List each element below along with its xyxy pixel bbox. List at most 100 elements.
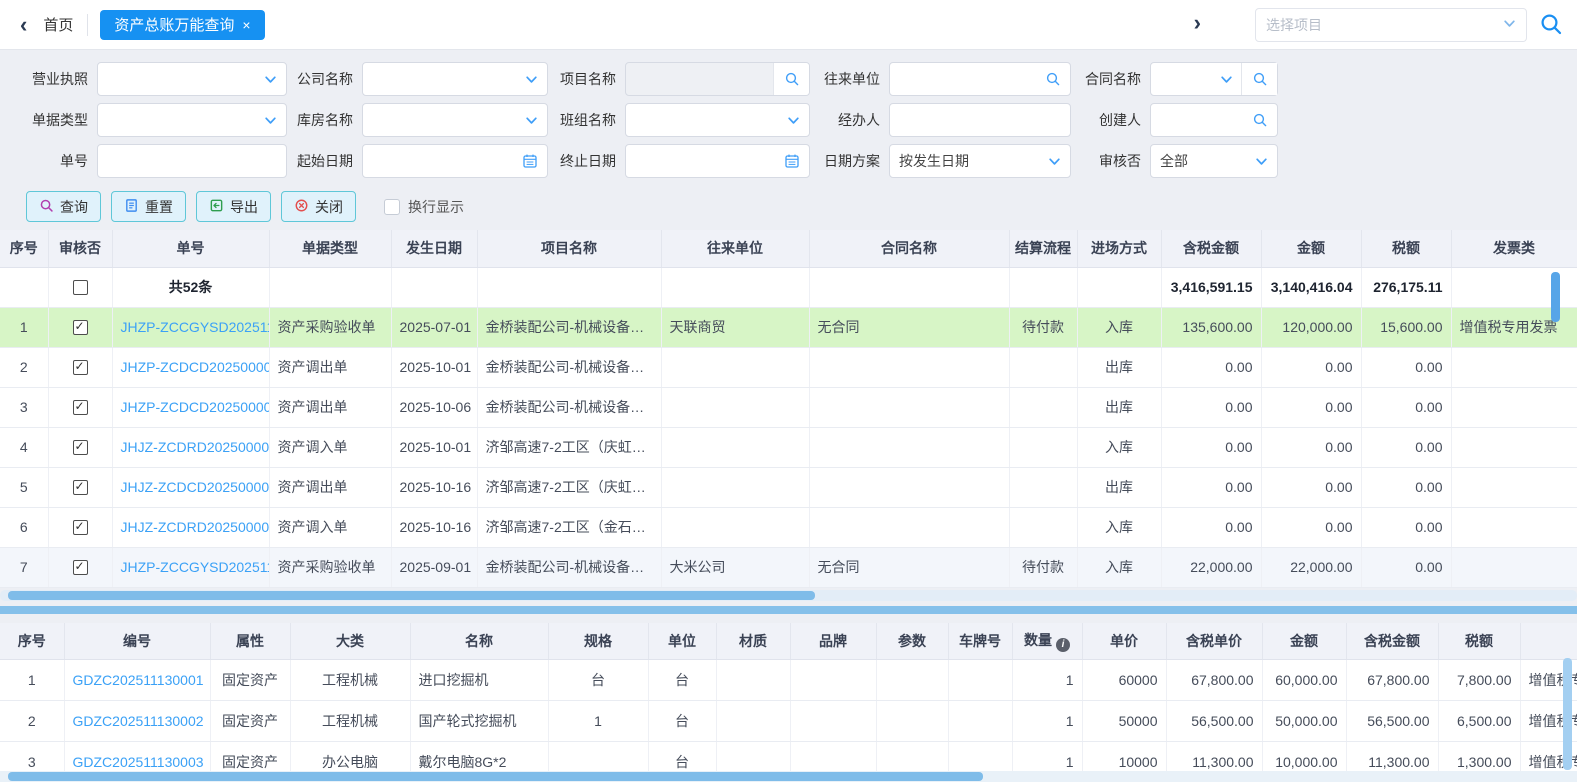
project-select[interactable]: 选择项目: [1255, 8, 1527, 42]
date-scheme-select[interactable]: 按发生日期: [889, 144, 1071, 178]
table-row[interactable]: 2GDZC202511130002固定资产工程机械国产轮式挖掘机1台150000…: [0, 701, 1577, 742]
table-row[interactable]: 3JHZP-ZCDCD202500000资产调出单2025-10-06金桥装配公…: [0, 387, 1577, 427]
search-icon[interactable]: [1539, 12, 1563, 39]
back-chevron-icon[interactable]: ‹: [14, 14, 33, 36]
doc-link[interactable]: GDZC202511130001: [73, 672, 204, 688]
doc-link[interactable]: GDZC202511130003: [73, 754, 204, 770]
col-header[interactable]: 单价: [1082, 623, 1166, 660]
doc-link[interactable]: JHJZ-ZCDCD202500000: [121, 479, 270, 495]
col-header[interactable]: 结算流程: [1009, 230, 1077, 267]
col-header[interactable]: 单据类型: [269, 230, 391, 267]
close-button[interactable]: 关闭: [281, 191, 356, 222]
col-header[interactable]: 合同名称: [809, 230, 1009, 267]
calendar-icon[interactable]: [522, 153, 538, 169]
table-row[interactable]: 7JHZP-ZCCGYSD2025111资产采购验收单2025-09-01金桥装…: [0, 547, 1577, 587]
row-checkbox[interactable]: [73, 440, 88, 455]
col-header[interactable]: 编号: [64, 623, 210, 660]
row-checkbox[interactable]: [73, 320, 88, 335]
doc-link[interactable]: JHZP-ZCDCD202500000: [121, 359, 270, 375]
counterpart-input[interactable]: [889, 62, 1071, 96]
project-name-input[interactable]: [625, 62, 810, 96]
wrap-display-checkbox[interactable]: [384, 199, 400, 215]
row-checkbox[interactable]: [73, 480, 88, 495]
col-header[interactable]: 含税单价: [1166, 623, 1262, 660]
detail-hscrollbar[interactable]: [0, 771, 1577, 782]
tab-home[interactable]: 首页: [43, 14, 73, 35]
tab-asset-ledger-query[interactable]: 资产总账万能查询 ×: [100, 10, 264, 40]
handler-input[interactable]: [889, 103, 1071, 137]
col-header[interactable]: 金额: [1261, 230, 1361, 267]
company-name-select[interactable]: [362, 62, 548, 96]
col-header[interactable]: 单位: [648, 623, 716, 660]
col-header[interactable]: 含税金额: [1346, 623, 1438, 660]
col-header[interactable]: 材质: [716, 623, 790, 660]
col-header[interactable]: 属性: [210, 623, 290, 660]
col-header[interactable]: 名称: [410, 623, 548, 660]
doc-link[interactable]: JHJZ-ZCDRD202500000: [121, 519, 270, 535]
doc-link[interactable]: JHZP-ZCCGYSD2025111: [121, 559, 270, 575]
col-header[interactable]: 金额: [1262, 623, 1346, 660]
row-checkbox[interactable]: [73, 520, 88, 535]
table-row[interactable]: 2JHZP-ZCDCD202500000资产调出单2025-10-01金桥装配公…: [0, 347, 1577, 387]
row-checkbox[interactable]: [73, 280, 88, 295]
col-header[interactable]: 税额: [1438, 623, 1520, 660]
detail-vscroll-thumb[interactable]: [1563, 658, 1572, 770]
col-header[interactable]: 数量i: [1012, 623, 1082, 660]
col-header[interactable]: 含税金额: [1161, 230, 1261, 267]
bill-type-select[interactable]: [97, 103, 287, 137]
bill-no-input[interactable]: [97, 144, 287, 178]
table-row[interactable]: 5JHJZ-ZCDCD202500000资产调出单2025-10-16济邹高速7…: [0, 467, 1577, 507]
info-icon[interactable]: i: [1056, 638, 1070, 652]
col-header[interactable]: 规格: [548, 623, 648, 660]
col-header[interactable]: 单号: [112, 230, 269, 267]
end-date-input[interactable]: [625, 144, 810, 178]
team-name-select[interactable]: [625, 103, 810, 137]
doc-link[interactable]: JHZP-ZCDCD202500000: [121, 399, 270, 415]
col-header[interactable]: 车牌号: [948, 623, 1012, 660]
table-row[interactable]: 1GDZC202511130001固定资产工程机械进口挖掘机台台16000067…: [0, 660, 1577, 701]
col-header[interactable]: 往来单位: [661, 230, 809, 267]
hscroll-thumb[interactable]: [8, 591, 815, 600]
warehouse-select[interactable]: [362, 103, 548, 137]
search-icon[interactable]: [1241, 63, 1277, 95]
col-header[interactable]: 发生日期: [391, 230, 477, 267]
col-header[interactable]: 序号: [0, 230, 48, 267]
search-icon[interactable]: [1252, 112, 1268, 128]
col-header[interactable]: 参数: [876, 623, 948, 660]
summary-row[interactable]: 共52条3,416,591.153,140,416.04276,175.11: [0, 267, 1577, 307]
col-header[interactable]: [1520, 623, 1577, 660]
contract-name-select[interactable]: [1150, 62, 1278, 96]
query-button[interactable]: 查询: [26, 191, 101, 222]
col-header[interactable]: 税额: [1361, 230, 1451, 267]
search-icon[interactable]: [1045, 71, 1061, 87]
col-header[interactable]: 大类: [290, 623, 410, 660]
table-row[interactable]: 4JHJZ-ZCDRD202500000资产调入单2025-10-01济邹高速7…: [0, 427, 1577, 467]
doc-link[interactable]: GDZC202511130002: [73, 713, 204, 729]
reset-button[interactable]: 重置: [111, 191, 186, 222]
table-row[interactable]: 1JHZP-ZCCGYSD2025111资产采购验收单2025-07-01金桥装…: [0, 307, 1577, 347]
table-row[interactable]: 6JHJZ-ZCDRD202500000资产调入单2025-10-16济邹高速7…: [0, 507, 1577, 547]
export-button[interactable]: 导出: [196, 191, 271, 222]
panel-splitter[interactable]: [0, 606, 1577, 614]
audit-select[interactable]: 全部: [1150, 144, 1278, 178]
ledger-hscrollbar[interactable]: [0, 590, 1577, 601]
row-checkbox[interactable]: [73, 400, 88, 415]
ledger-vscroll-thumb[interactable]: [1551, 272, 1560, 322]
doc-link[interactable]: JHJZ-ZCDRD202500000: [121, 439, 270, 455]
creator-input[interactable]: [1150, 103, 1278, 137]
search-icon[interactable]: [773, 63, 809, 95]
col-header[interactable]: 项目名称: [477, 230, 661, 267]
business-license-select[interactable]: [97, 62, 287, 96]
doc-link[interactable]: JHZP-ZCCGYSD2025111: [121, 319, 270, 335]
start-date-input[interactable]: [362, 144, 548, 178]
tab-close-icon[interactable]: ×: [242, 17, 250, 33]
col-header[interactable]: 进场方式: [1077, 230, 1161, 267]
forward-chevron-icon[interactable]: ›: [1188, 12, 1207, 34]
col-header[interactable]: 序号: [0, 623, 64, 660]
col-header[interactable]: 审核否: [48, 230, 112, 267]
hscroll-thumb[interactable]: [8, 772, 983, 781]
row-checkbox[interactable]: [73, 360, 88, 375]
col-header[interactable]: 品牌: [790, 623, 876, 660]
calendar-icon[interactable]: [784, 153, 800, 169]
col-header[interactable]: 发票类: [1451, 230, 1577, 267]
